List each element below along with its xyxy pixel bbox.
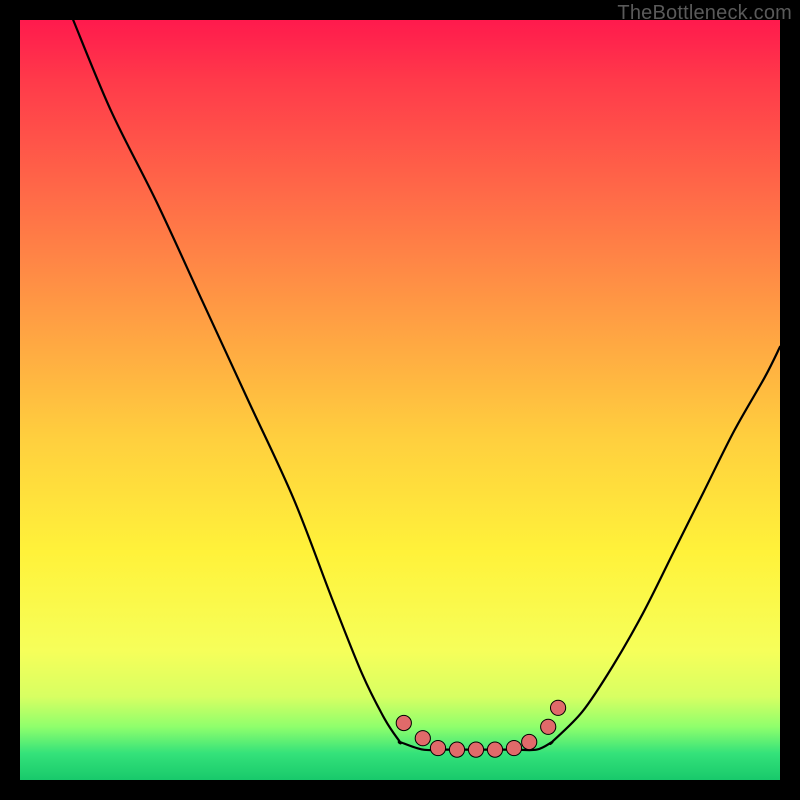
plateau-marker	[506, 740, 521, 755]
plateau-marker	[396, 715, 411, 730]
watermark-text: TheBottleneck.com	[617, 2, 792, 25]
plot-area	[20, 20, 780, 780]
plateau-marker	[487, 742, 502, 757]
plateau-marker	[430, 740, 445, 755]
curve-layer	[20, 20, 780, 780]
plateau-marker	[415, 731, 430, 746]
plateau-marker	[550, 700, 565, 715]
plateau-marker	[449, 742, 464, 757]
plateau-marker	[541, 719, 556, 734]
bottleneck-curve	[73, 20, 780, 750]
plateau-marker	[522, 734, 537, 749]
chart-frame: TheBottleneck.com	[0, 0, 800, 800]
plateau-marker	[468, 742, 483, 757]
